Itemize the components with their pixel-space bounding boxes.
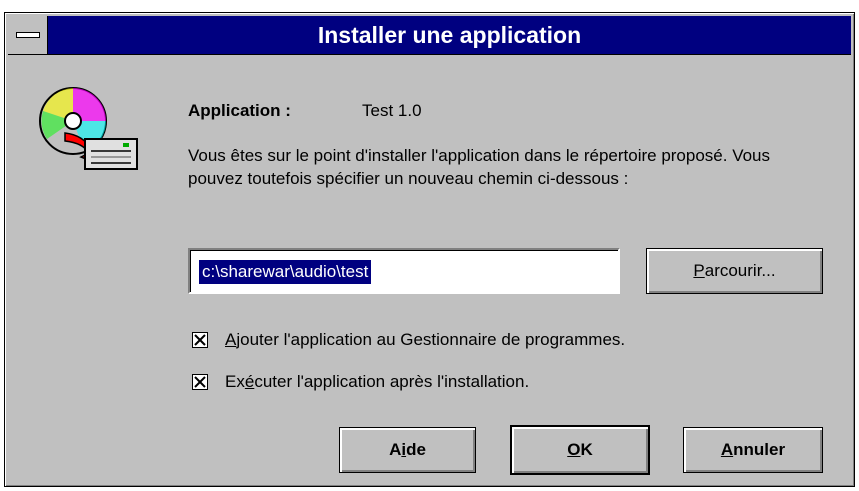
browse-button[interactable]: Parcourir...	[646, 248, 823, 294]
browse-button-mnemonic: P	[693, 261, 705, 280]
instructions-text: Vous êtes sur le point d'installer l'app…	[188, 146, 771, 188]
ok-button[interactable]: OK	[510, 425, 650, 475]
ok-button-mnemonic: O	[567, 440, 581, 459]
option-label-mnemonic: A	[225, 330, 237, 349]
install-path-value: c:\sharewar\audio\test	[199, 260, 372, 284]
help-button-label-pre: A	[389, 440, 402, 459]
ok-button-label-post: K	[580, 440, 593, 459]
option-label-post: jouter l'application au Gestionnaire de …	[236, 330, 626, 349]
system-menu-button[interactable]	[8, 16, 48, 54]
window-title: Installer une application	[317, 22, 582, 48]
cancel-button[interactable]: Annuler	[683, 427, 823, 473]
title-bar: Installer une application	[8, 16, 851, 55]
checkmark-x-icon	[194, 376, 206, 388]
cancel-button-label-post: nnuler	[733, 440, 786, 459]
option-label-post: cuter l'application après l'installation…	[254, 372, 530, 391]
system-menu-icon	[16, 32, 40, 38]
cd-install-icon	[35, 83, 145, 175]
browse-button-label-post: arcourir...	[704, 261, 776, 280]
cancel-button-mnemonic: A	[720, 440, 734, 459]
help-button[interactable]: Aide	[339, 427, 476, 473]
option-label-mnemonic: é	[244, 372, 255, 391]
run-after-install-checkbox[interactable]	[192, 374, 208, 390]
install-path-input[interactable]: c:\sharewar\audio\test	[188, 248, 620, 294]
run-after-install-label[interactable]: Exécuter l'application après l'installat…	[225, 372, 529, 392]
help-button-label-post: de	[406, 440, 426, 459]
application-label: Application :	[188, 101, 291, 120]
application-value: Test 1.0	[362, 101, 422, 120]
install-dialog: Installer une application Application : …	[4, 12, 855, 487]
add-to-program-manager-checkbox[interactable]	[192, 332, 208, 348]
option-label-pre: Ex	[225, 372, 245, 391]
add-to-program-manager-label[interactable]: Ajouter l'application au Gestionnaire de…	[225, 330, 625, 350]
checkmark-x-icon	[194, 334, 206, 346]
